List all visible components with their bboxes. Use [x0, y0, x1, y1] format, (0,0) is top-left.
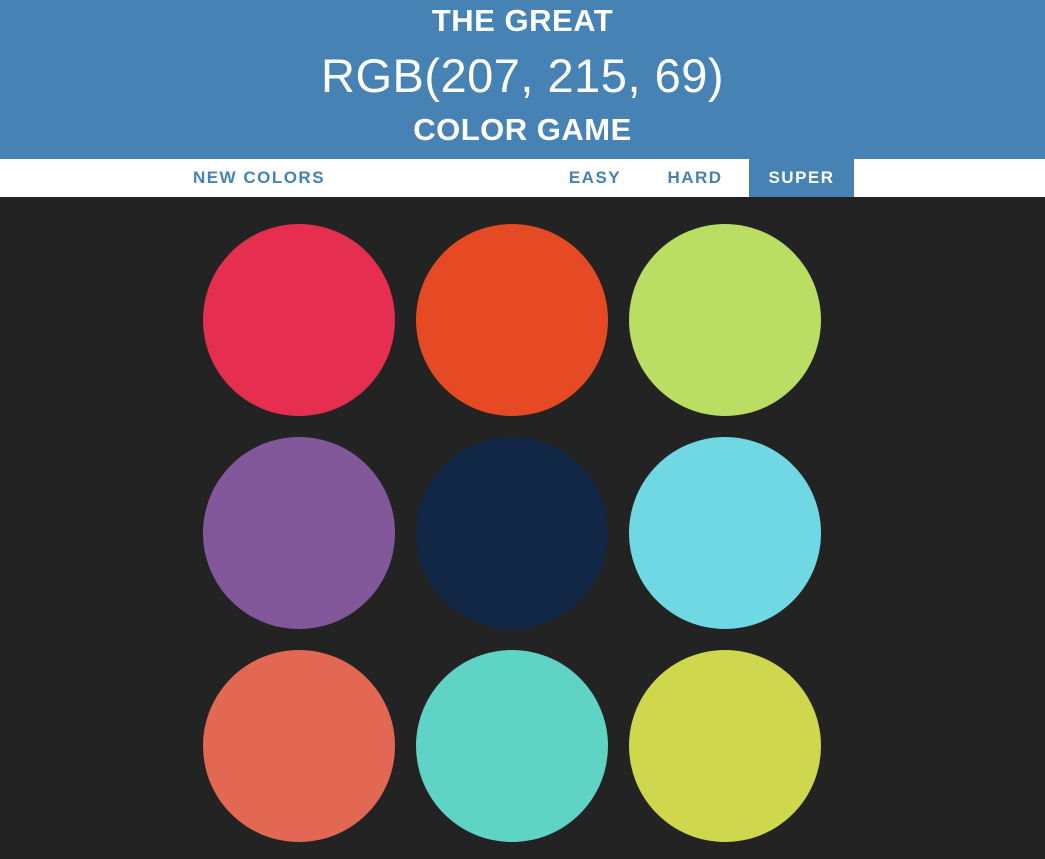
color-circle[interactable]	[203, 650, 395, 842]
mode-easy-button[interactable]: EASY	[555, 159, 635, 197]
game-header: THE GREAT RGB(207, 215, 69) COLOR GAME	[0, 0, 1045, 159]
color-circle[interactable]	[629, 437, 821, 629]
color-circle[interactable]	[629, 224, 821, 416]
title-line-1: THE GREAT	[431, 3, 614, 38]
color-circle[interactable]	[203, 437, 395, 629]
color-board	[0, 197, 1045, 859]
color-circle[interactable]	[416, 437, 608, 629]
color-circle[interactable]	[629, 650, 821, 842]
color-circle[interactable]	[203, 224, 395, 416]
controls-stripe: NEW COLORS EASY HARD SUPER	[0, 159, 1045, 197]
title-line-3: COLOR GAME	[413, 112, 632, 147]
color-circle[interactable]	[416, 650, 608, 842]
new-colors-button[interactable]: NEW COLORS	[176, 159, 342, 197]
color-circle[interactable]	[416, 224, 608, 416]
mode-super-button[interactable]: SUPER	[749, 159, 854, 197]
target-rgb-display: RGB(207, 215, 69)	[321, 49, 724, 102]
mode-hard-button[interactable]: HARD	[652, 159, 738, 197]
